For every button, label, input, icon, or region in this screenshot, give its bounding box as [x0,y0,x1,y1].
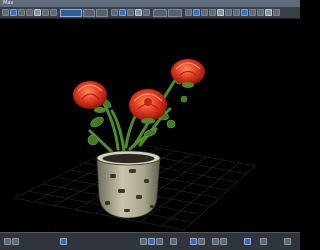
snap-icon[interactable] [185,9,192,16]
select-region-icon[interactable] [119,9,126,16]
fov-icon[interactable] [220,238,227,245]
main-toolbar [0,7,300,19]
filter-icon[interactable] [111,9,118,16]
mirror-icon[interactable] [217,9,224,16]
time-config-icon[interactable] [170,238,177,245]
render-icon[interactable] [273,9,280,16]
tab-1[interactable] [60,9,82,17]
align-icon[interactable] [225,9,232,16]
play-icon[interactable] [148,238,155,245]
scale-icon[interactable] [26,9,33,16]
undo-icon[interactable] [135,9,142,16]
tab-3[interactable] [96,9,108,17]
window-title: Max [3,0,14,6]
tab-4[interactable] [153,9,167,17]
layers-icon[interactable] [233,9,240,16]
unlink-icon[interactable] [42,9,49,16]
move-icon[interactable] [10,9,17,16]
schematic-icon[interactable] [249,9,256,16]
key-mode-icon[interactable] [60,238,67,245]
maximize-icon[interactable] [284,238,291,245]
redo-icon[interactable] [143,9,150,16]
rotate-icon[interactable] [18,9,25,16]
tab-2[interactable] [83,9,95,17]
curve-editor-icon[interactable] [241,9,248,16]
flower-left [73,81,107,113]
absolute-mode-icon[interactable] [12,238,19,245]
prev-frame-icon[interactable] [140,238,147,245]
select-icon[interactable] [2,9,9,16]
window-titlebar: Max [0,0,300,7]
spinner-snap-icon[interactable] [209,9,216,16]
render-setup-icon[interactable] [265,9,272,16]
window-icon[interactable] [127,9,134,16]
zoom-icon[interactable] [190,238,197,245]
flower-right [171,59,205,88]
material-editor-icon[interactable] [257,9,264,16]
zoom-all-icon[interactable] [198,238,205,245]
tab-5[interactable] [168,9,182,17]
link-icon[interactable] [34,9,41,16]
bind-icon[interactable] [50,9,57,16]
perspective-viewport[interactable] [0,19,300,232]
orbit-icon[interactable] [260,238,267,245]
zoom-extents-icon[interactable] [212,238,219,245]
lock-icon[interactable] [4,238,11,245]
scene-render [13,59,256,231]
vase [96,150,161,219]
percent-snap-icon[interactable] [201,9,208,16]
angle-snap-icon[interactable] [193,9,200,16]
status-bar [0,232,300,250]
pan-icon[interactable] [244,238,251,245]
next-frame-icon[interactable] [156,238,163,245]
